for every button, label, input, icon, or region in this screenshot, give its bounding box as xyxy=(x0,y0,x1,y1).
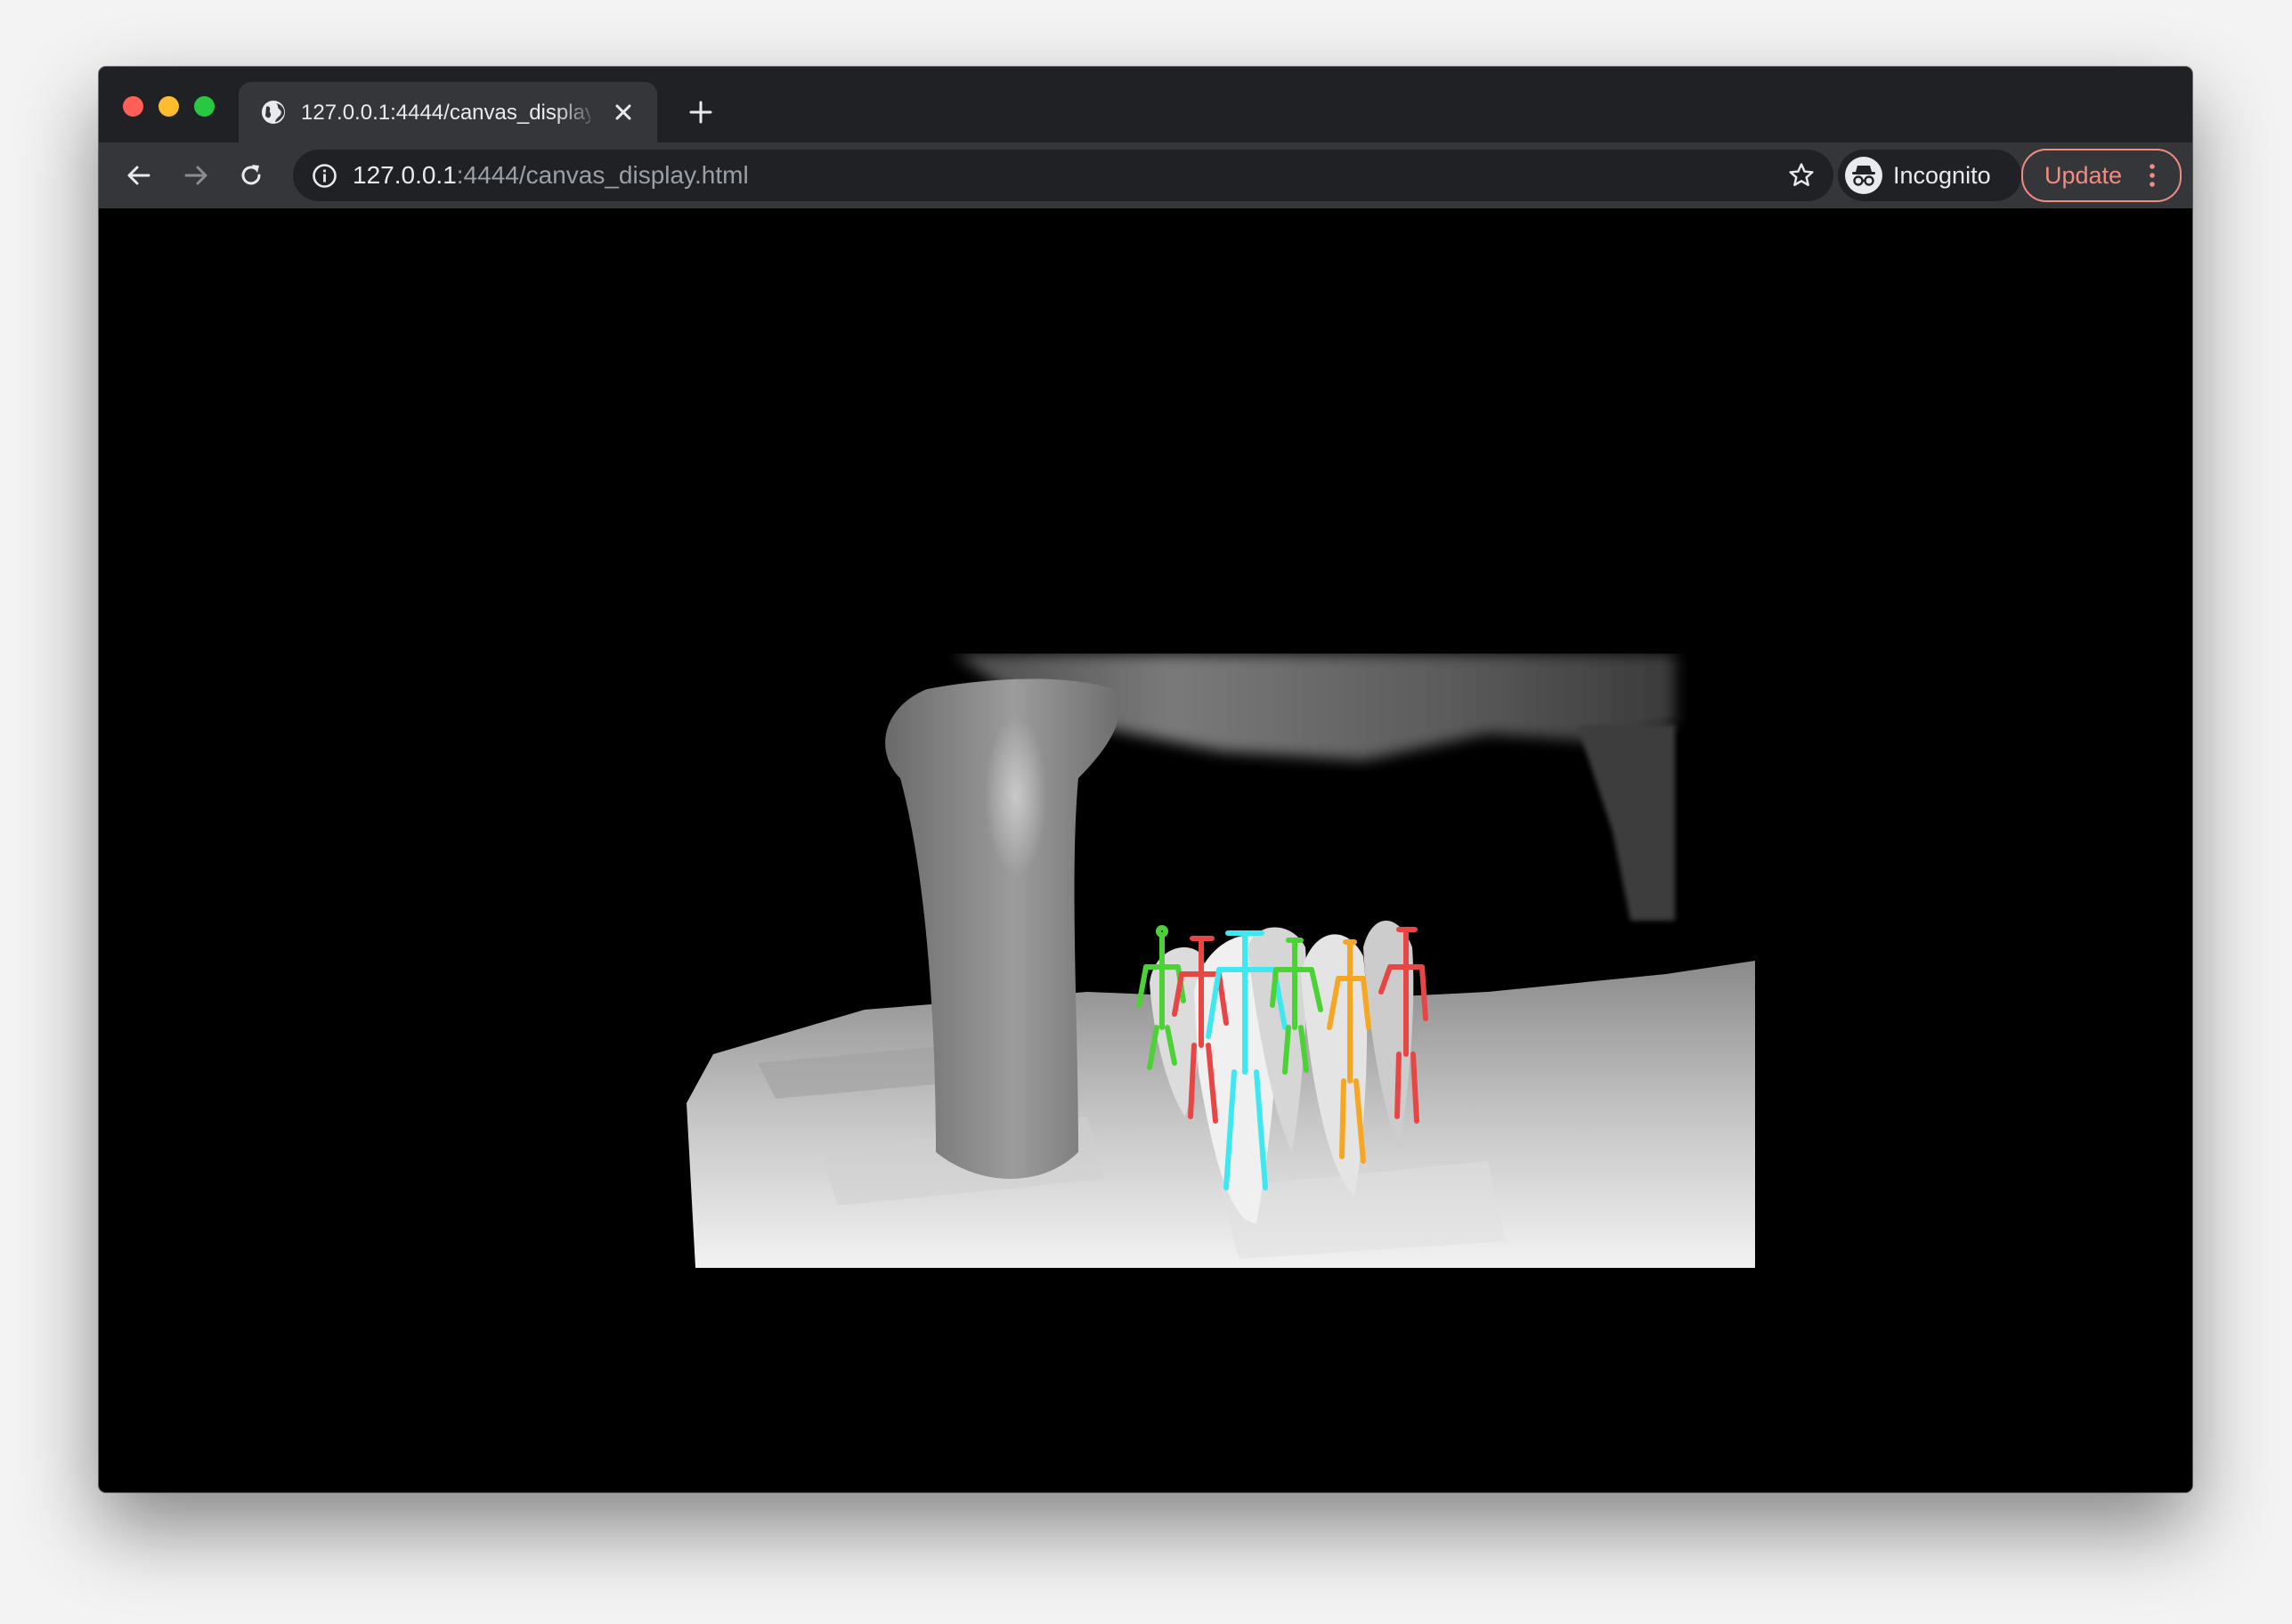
tab-title-fade xyxy=(555,94,599,130)
url-host: 127.0.0.1 xyxy=(353,161,457,189)
close-tab-icon[interactable] xyxy=(613,102,634,123)
right-wall-region xyxy=(1577,725,1675,921)
pillar-highlight xyxy=(985,716,1047,876)
page-content xyxy=(99,208,2192,1492)
incognito-profile-button[interactable]: Incognito xyxy=(1838,150,2021,201)
address-bar[interactable]: 127.0.0.1:4444/canvas_display.html xyxy=(293,150,1833,201)
update-label: Update xyxy=(2044,162,2123,189)
site-info-icon[interactable] xyxy=(312,163,337,189)
new-tab-icon[interactable] xyxy=(688,100,713,125)
incognito-label: Incognito xyxy=(1893,162,1991,189)
globe-icon xyxy=(262,101,285,124)
update-button[interactable]: Update xyxy=(2021,149,2182,202)
url-path: :4444/canvas_display.html xyxy=(456,161,749,189)
bookmark-star-icon[interactable] xyxy=(1787,161,1816,190)
maximize-window-button[interactable] xyxy=(194,96,215,117)
title-bar: 127.0.0.1:4444/canvas_display.html xyxy=(99,67,2192,142)
close-window-button[interactable] xyxy=(123,96,143,117)
depth-canvas xyxy=(687,654,1755,1268)
forward-arrow-icon[interactable] xyxy=(182,161,210,190)
browser-tab[interactable]: 127.0.0.1:4444/canvas_display.html xyxy=(239,82,657,142)
reload-icon[interactable] xyxy=(237,161,265,190)
browser-window: 127.0.0.1:4444/canvas_display.html xyxy=(99,67,2192,1492)
incognito-icon xyxy=(1845,157,1882,194)
minimize-window-button[interactable] xyxy=(158,96,179,117)
tab-title: 127.0.0.1:4444/canvas_display.html xyxy=(301,101,590,125)
toolbar: 127.0.0.1:4444/canvas_display.html Incog… xyxy=(99,142,2192,208)
more-menu-icon[interactable] xyxy=(2148,162,2157,189)
url-text[interactable]: 127.0.0.1:4444/canvas_display.html xyxy=(353,160,749,191)
back-arrow-icon[interactable] xyxy=(125,161,153,190)
